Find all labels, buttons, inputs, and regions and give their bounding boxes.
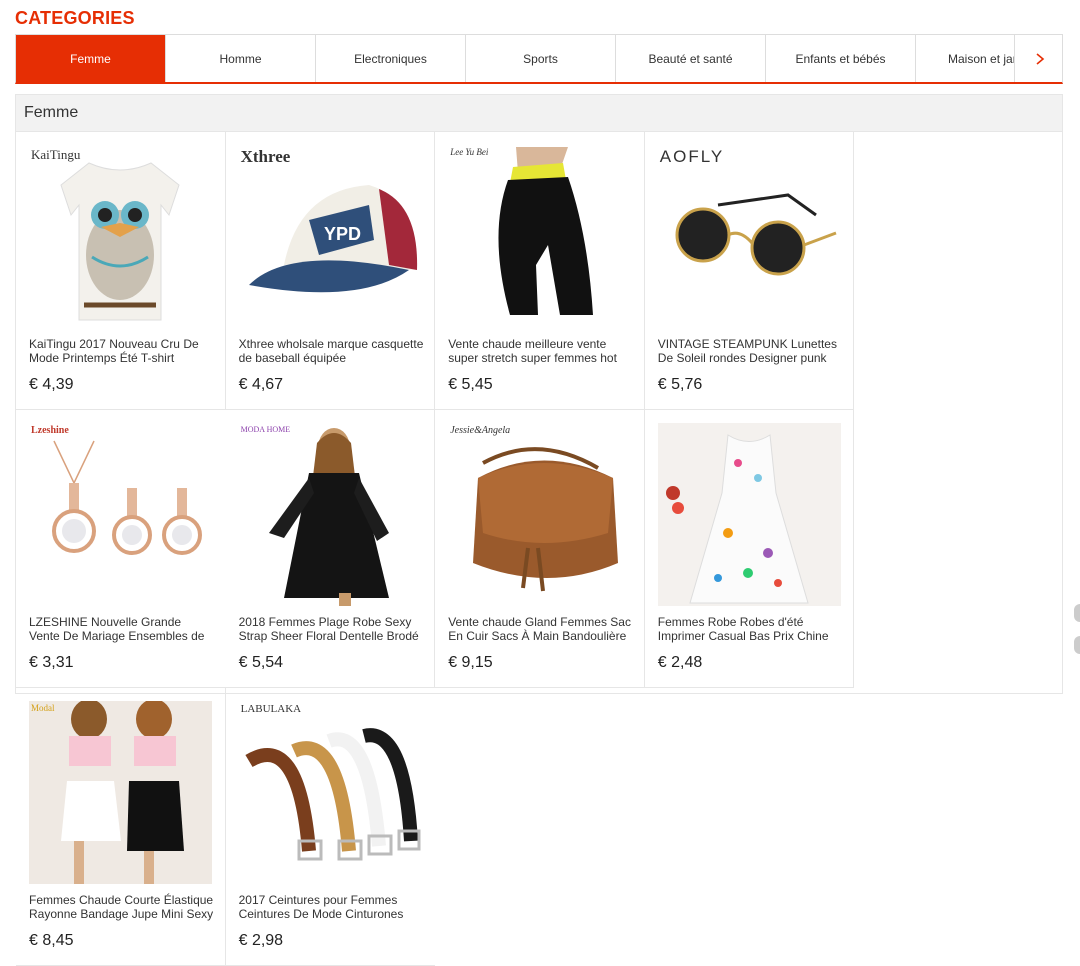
product-image[interactable] xyxy=(657,423,841,606)
product-title[interactable]: Femmes Chaude Courte Élastique Rayonne B… xyxy=(29,893,214,921)
product-price: € 5,45 xyxy=(448,376,493,393)
product-image[interactable]: Modal xyxy=(29,701,212,884)
femme-section: Femme KaiTingu KaiTingu 2017 Nouveau Cru… xyxy=(15,94,1063,966)
product-brand: Xthree xyxy=(240,147,291,166)
product-brand: Lee Yu Bei xyxy=(450,147,489,157)
tab-homme[interactable]: Homme xyxy=(166,35,316,82)
product-image[interactable]: AOFLY xyxy=(658,145,841,328)
product-price: € 8,45 xyxy=(29,932,74,949)
product-price: € 3,31 xyxy=(29,654,74,671)
tab-sports[interactable]: Sports xyxy=(466,35,616,82)
product-title[interactable]: VINTAGE STEAMPUNK Lunettes De Soleil ron… xyxy=(658,337,843,365)
product-image[interactable]: YPD Xthree xyxy=(239,145,422,328)
product-image[interactable]: KaiTingu xyxy=(29,145,212,328)
product-title[interactable]: 2018 Femmes Plage Robe Sexy Strap Sheer … xyxy=(239,615,424,643)
product-title[interactable]: Vente chaude meilleure vente super stret… xyxy=(448,337,633,365)
product-price: € 4,39 xyxy=(29,376,74,393)
product-brand: MODA HOME xyxy=(240,425,291,434)
tabs-next-button[interactable] xyxy=(1014,35,1062,82)
product-brand: LABULAKA xyxy=(240,703,302,715)
product-title[interactable]: Xthree wholsale marque casquette de base… xyxy=(239,337,424,365)
product-brand: AOFLY xyxy=(659,147,725,166)
tab-enfants-bebes[interactable]: Enfants et bébés xyxy=(766,35,916,82)
product-image[interactable]: LABULAKA xyxy=(239,701,422,884)
product-card[interactable]: AOFLY VINTAGE STEAMPUNK Lunettes De Sole… xyxy=(644,132,855,410)
product-image[interactable]: Lee Yu Bei xyxy=(448,145,631,328)
product-card[interactable]: MODA HOME 2018 Femmes Plage Robe Sexy St… xyxy=(225,410,436,688)
svg-text:YPD: YPD xyxy=(324,224,361,244)
product-price: € 9,15 xyxy=(448,654,493,671)
product-card[interactable]: Modal Femmes Chaude Courte Élastique Ray… xyxy=(16,688,226,966)
product-price: € 2,48 xyxy=(657,654,703,671)
product-brand: Lzeshine xyxy=(31,425,69,436)
scroll-handle[interactable] xyxy=(1074,636,1080,654)
product-brand: Modal xyxy=(31,703,55,713)
product-card[interactable]: KaiTingu KaiTingu 2017 Nouveau Cru De Mo… xyxy=(16,132,226,410)
scroll-handle[interactable] xyxy=(1074,604,1080,622)
product-price: € 4,67 xyxy=(238,376,284,393)
product-image[interactable]: Lzeshine xyxy=(29,423,212,606)
categories-title: CATEGORIES xyxy=(15,8,135,28)
product-title[interactable]: LZESHINE Nouvelle Grande Vente De Mariag… xyxy=(29,615,214,643)
category-tabs: Femme Homme Electroniques Sports Beauté … xyxy=(15,34,1063,84)
product-card[interactable]: LABULAKA 2017 Ceintures pour Femmes Cein… xyxy=(225,688,436,966)
product-brand: KaiTingu xyxy=(31,147,81,162)
product-title[interactable]: 2017 Ceintures pour Femmes Ceintures De … xyxy=(239,893,424,921)
product-card[interactable]: Lee Yu Bei Vente chaude meilleure vente … xyxy=(435,132,645,410)
tab-femme[interactable]: Femme xyxy=(16,35,166,82)
product-price: € 2,98 xyxy=(238,932,284,949)
product-card[interactable]: Jessie&Angela Vente chaude Gland Femmes … xyxy=(435,410,645,688)
product-image[interactable]: MODA HOME xyxy=(239,423,422,606)
product-title[interactable]: Vente chaude Gland Femmes Sac En Cuir Sa… xyxy=(448,615,633,643)
product-card[interactable]: Femmes Robe Robes d'été Imprimer Casual … xyxy=(644,410,855,688)
section-title: Femme xyxy=(16,95,1062,132)
chevron-right-icon xyxy=(1035,53,1044,65)
product-price: € 5,76 xyxy=(657,376,703,393)
tab-beaute-sante[interactable]: Beauté et santé xyxy=(616,35,766,82)
tab-maison-jardin[interactable]: Maison et jardin xyxy=(916,35,1014,82)
product-grid: KaiTingu KaiTingu 2017 Nouveau Cru De Mo… xyxy=(16,132,1062,966)
product-price: € 5,54 xyxy=(238,654,284,671)
product-card[interactable]: Lzeshine LZESHINE Nouvelle Grande Vente … xyxy=(16,410,226,688)
product-title[interactable]: KaiTingu 2017 Nouveau Cru De Mode Printe… xyxy=(29,337,214,365)
product-brand: Jessie&Angela xyxy=(450,425,511,436)
tab-electroniques[interactable]: Electroniques xyxy=(316,35,466,82)
product-image[interactable]: Jessie&Angela xyxy=(448,423,631,606)
product-card[interactable]: YPD Xthree Xthree wholsale marque casque… xyxy=(225,132,436,410)
product-title[interactable]: Femmes Robe Robes d'été Imprimer Casual … xyxy=(658,615,843,643)
